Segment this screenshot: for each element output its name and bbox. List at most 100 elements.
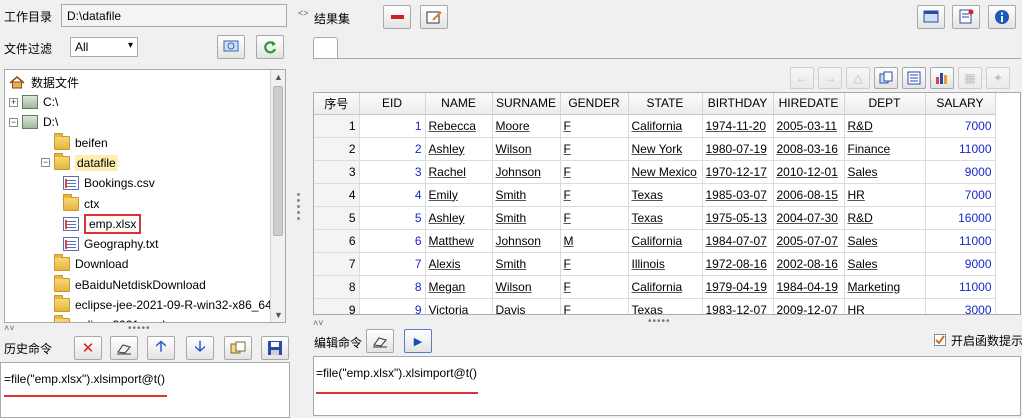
text-cell[interactable]: Texas — [628, 183, 703, 207]
text-cell[interactable]: Wilson — [492, 137, 561, 161]
text-cell[interactable]: Marketing — [844, 275, 926, 299]
text-cell[interactable]: F — [560, 275, 629, 299]
text-cell[interactable]: 2010-12-01 — [773, 160, 845, 184]
table-row[interactable]: 3 3 Rachel Johnson F New Mexico 1970-12-17 2010… — [314, 160, 996, 184]
info-button[interactable] — [988, 5, 1016, 29]
text-cell[interactable]: Smith — [492, 183, 561, 207]
column-header[interactable]: EID — [359, 93, 426, 115]
column-header[interactable]: SURNAME — [492, 93, 561, 115]
pin-button[interactable]: ✦ — [986, 67, 1010, 89]
save-history-button[interactable] — [261, 336, 289, 360]
text-cell[interactable]: 2005-07-07 — [773, 229, 845, 253]
number-cell[interactable]: 11000 — [925, 275, 996, 299]
edit-result-button[interactable] — [420, 5, 448, 29]
text-cell[interactable]: 2005-03-11 — [773, 114, 845, 138]
number-cell[interactable]: 2 — [359, 137, 426, 161]
number-cell[interactable]: 16000 — [925, 206, 996, 230]
window-button[interactable] — [917, 5, 945, 29]
row-index-cell[interactable]: 4 — [314, 183, 360, 207]
number-cell[interactable]: 9 — [359, 298, 426, 314]
export-button[interactable]: ▦ — [958, 67, 982, 89]
text-cell[interactable]: Texas — [628, 298, 703, 314]
text-cell[interactable]: HR — [844, 298, 926, 314]
text-cell[interactable]: Matthew — [425, 229, 493, 253]
number-cell[interactable]: 4 — [359, 183, 426, 207]
text-cell[interactable]: F — [560, 298, 629, 314]
text-cell[interactable]: R&D — [844, 114, 926, 138]
number-cell[interactable]: 11000 — [925, 137, 996, 161]
column-header[interactable]: HIREDATE — [773, 93, 845, 115]
text-cell[interactable]: Johnson — [492, 160, 561, 184]
nav-forward-button[interactable]: → — [818, 67, 842, 89]
table-row[interactable]: 5 5 Ashley Smith F Texas 1975-05-13 2004-07-30 R… — [314, 206, 996, 230]
text-cell[interactable]: F — [560, 114, 629, 138]
row-index-cell[interactable]: 7 — [314, 252, 360, 276]
text-cell[interactable]: 2008-03-16 — [773, 137, 845, 161]
row-index-cell[interactable]: 3 — [314, 160, 360, 184]
text-cell[interactable]: Smith — [492, 206, 561, 230]
table-row[interactable]: 1 1 Rebecca Moore F California 1974-11-20 2005-… — [314, 114, 996, 138]
text-cell[interactable]: HR — [844, 183, 926, 207]
tree-item[interactable]: eclipse-jee-2021-09-R-win32-x86_64 — [41, 295, 272, 315]
scroll-up-icon[interactable]: ▲ — [271, 70, 285, 84]
text-cell[interactable]: Smith — [492, 252, 561, 276]
text-cell[interactable]: Ashley — [425, 137, 493, 161]
tree-item[interactable]: + C:\ — [9, 92, 58, 112]
tree-item[interactable]: ctx — [63, 193, 99, 214]
column-header[interactable]: DEPT — [844, 93, 926, 115]
tree-item[interactable]: − datafile — [41, 152, 118, 173]
table-row[interactable]: 9 9 Victoria Davis F Texas 1983-12-07 2009-12-0… — [314, 298, 996, 314]
text-cell[interactable]: 1972-08-16 — [702, 252, 774, 276]
text-cell[interactable]: California — [628, 275, 703, 299]
column-header[interactable]: GENDER — [560, 93, 629, 115]
result-grid[interactable]: 序号 EID NAME SURNAME GENDER STATE BIRTHDAY HIRED… — [313, 92, 1021, 315]
table-row[interactable]: 2 2 Ashley Wilson F New York 1980-07-19 2008-03… — [314, 137, 996, 161]
text-cell[interactable]: 2002-08-16 — [773, 252, 845, 276]
row-index-cell[interactable]: 9 — [314, 298, 360, 314]
move-up-button[interactable]: 🡡 — [147, 336, 175, 360]
table-row[interactable]: 7 7 Alexis Smith F Illinois 1972-08-16 2002-08-… — [314, 252, 996, 276]
browse-folder-button[interactable] — [217, 35, 245, 59]
text-cell[interactable]: 2009-12-07 — [773, 298, 845, 314]
collapse-icon[interactable]: − — [9, 117, 18, 127]
clear-command-button[interactable] — [366, 329, 394, 353]
text-cell[interactable]: 1983-12-07 — [702, 298, 774, 314]
clear-result-button[interactable] — [383, 5, 411, 29]
text-cell[interactable]: California — [628, 114, 703, 138]
edit-command-text[interactable]: =file("emp.xlsx").xlsimport@t() — [316, 366, 477, 380]
copy-history-button[interactable] — [224, 336, 252, 360]
text-cell[interactable]: 1980-07-19 — [702, 137, 774, 161]
tree-item[interactable]: Download — [41, 254, 128, 274]
row-index-cell[interactable]: 1 — [314, 114, 360, 138]
vertical-splitter-handle[interactable] — [297, 193, 301, 223]
row-index-cell[interactable]: 2 — [314, 137, 360, 161]
collapse-arrows-icon[interactable]: ˄˅ — [4, 323, 15, 333]
tree-item[interactable]: Geography.txt — [63, 234, 158, 254]
text-cell[interactable]: Victoria — [425, 298, 493, 314]
text-cell[interactable]: Alexis — [425, 252, 493, 276]
text-cell[interactable]: California — [628, 229, 703, 253]
text-cell[interactable]: Johnson — [492, 229, 561, 253]
text-cell[interactable]: Moore — [492, 114, 561, 138]
history-box[interactable]: =file("emp.xlsx").xlsimport@t() — [0, 362, 290, 418]
text-cell[interactable]: Rachel — [425, 160, 493, 184]
text-cell[interactable]: Wilson — [492, 275, 561, 299]
expand-icon[interactable]: + — [9, 97, 18, 107]
number-cell[interactable]: 11000 — [925, 229, 996, 253]
copy-data-button[interactable] — [874, 67, 898, 89]
text-cell[interactable]: Finance — [844, 137, 926, 161]
column-header[interactable]: NAME — [425, 93, 493, 115]
splitter-handle-right[interactable]: ••••• — [648, 316, 671, 327]
number-cell[interactable]: 9000 — [925, 252, 996, 276]
collapse-icon[interactable]: − — [41, 158, 50, 168]
text-cell[interactable]: Sales — [844, 229, 926, 253]
text-cell[interactable]: 1984-04-19 — [773, 275, 845, 299]
edit-command-box[interactable]: =file("emp.xlsx").xlsimport@t() — [313, 356, 1021, 416]
number-cell[interactable]: 5 — [359, 206, 426, 230]
column-header[interactable]: BIRTHDAY — [702, 93, 774, 115]
tree-item[interactable]: − D:\ — [9, 112, 58, 132]
tree-root[interactable]: 数据文件 — [9, 72, 79, 92]
run-command-button[interactable]: ▶ — [404, 329, 432, 353]
list-view-button[interactable] — [902, 67, 926, 89]
number-cell[interactable]: 3 — [359, 160, 426, 184]
